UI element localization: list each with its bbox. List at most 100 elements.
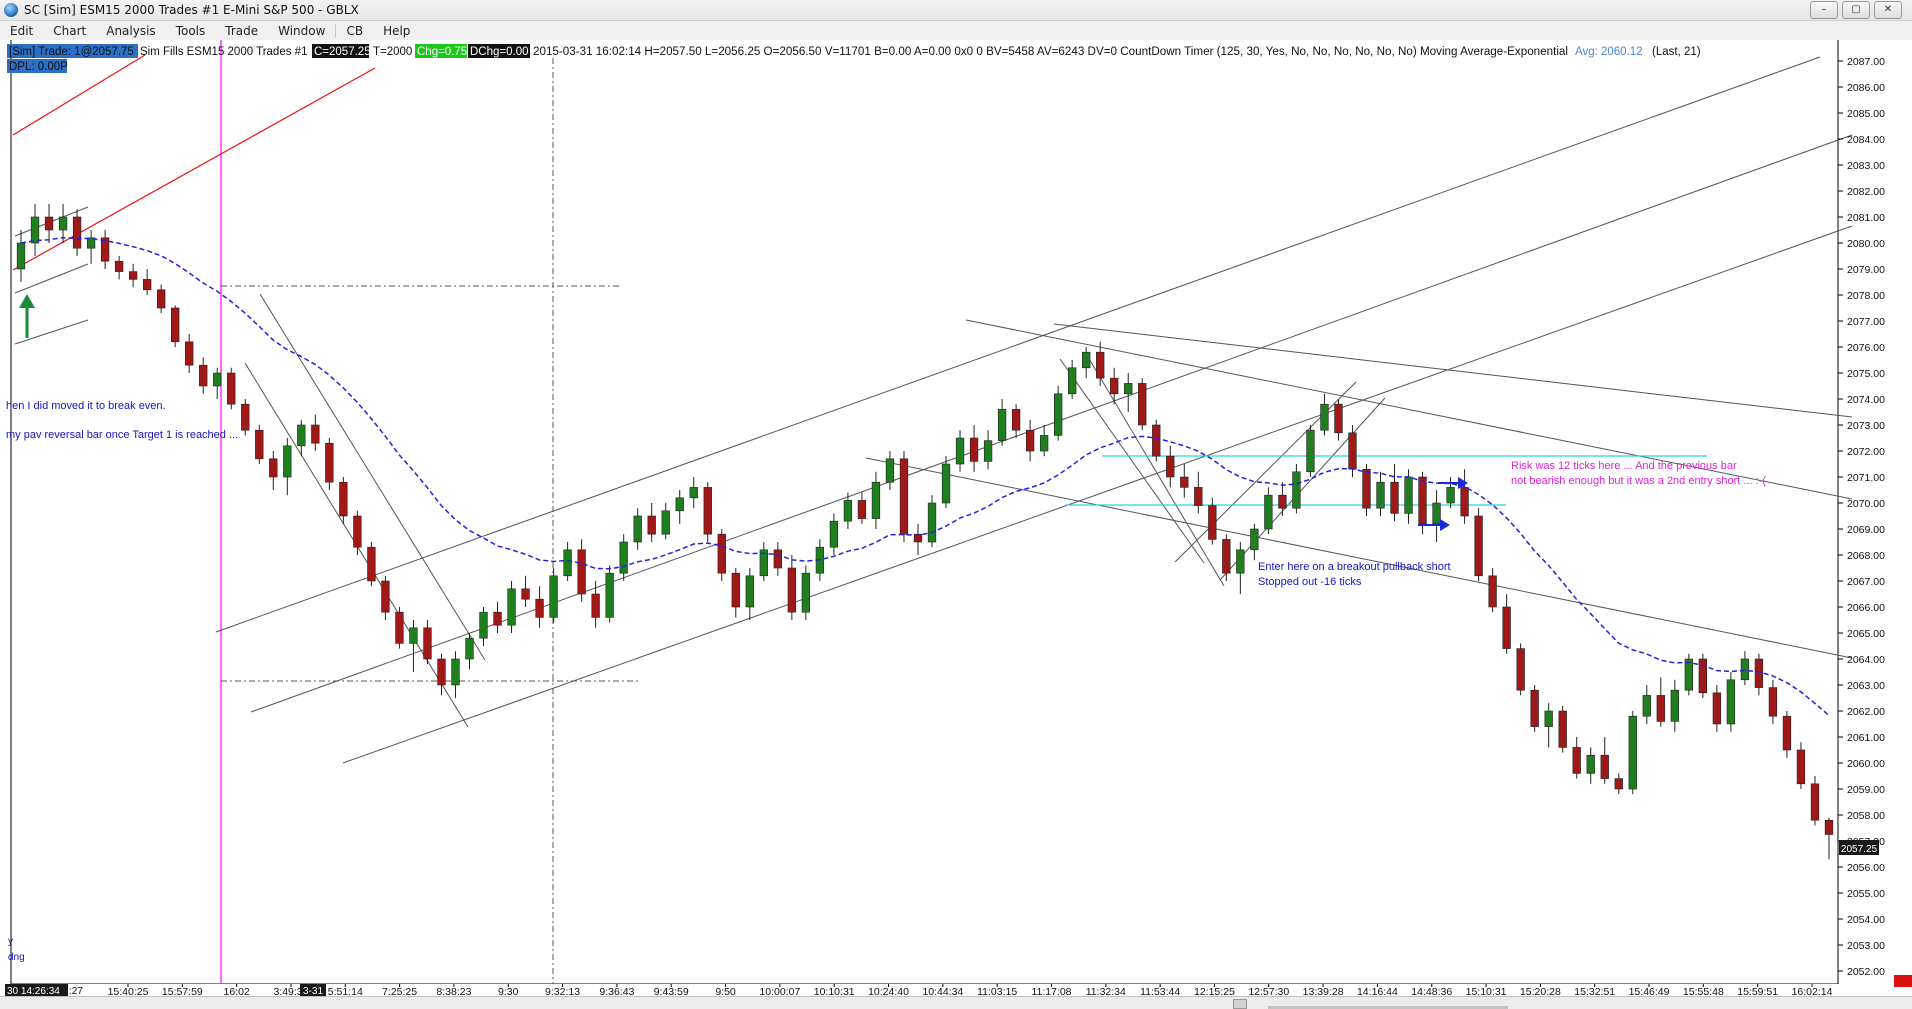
candle-body: [1544, 710, 1553, 727]
candle-body: [1011, 409, 1021, 431]
menu-cb[interactable]: CB: [336, 24, 373, 38]
time-tick-label: 15:32:51: [1574, 986, 1615, 996]
candle: [199, 357, 208, 394]
price-tick-label: 2063.00: [1847, 680, 1885, 692]
candle-body: [1110, 377, 1119, 395]
candle: [787, 555, 797, 620]
price-tick-label: 2054.00: [1847, 914, 1885, 926]
price-tick-label: 2074.00: [1847, 394, 1885, 406]
candle-body: [829, 520, 839, 548]
candle: [72, 209, 82, 256]
menu-help[interactable]: Help: [373, 24, 420, 38]
close-button[interactable]: ✕: [1874, 1, 1902, 19]
price-chart[interactable]: 2087.00 2086.00 2085.00 2084.00 2083.00 2082.…: [0, 40, 1912, 996]
candle-body: [689, 487, 698, 499]
candle-body: [633, 515, 642, 543]
candle: [619, 534, 628, 581]
price-tick-label: 2062.00: [1847, 706, 1885, 718]
chart-area[interactable]: 2087.00 2086.00 2085.00 2084.00 2083.00 2082.…: [0, 40, 1912, 996]
candle: [1516, 643, 1525, 696]
candle-body: [745, 575, 754, 608]
candle: [171, 305, 180, 347]
candle: [1796, 742, 1806, 789]
red-price-marker: [1894, 975, 1912, 987]
channel-line: [865, 457, 1853, 659]
candle-body: [507, 588, 516, 626]
candle: [1011, 404, 1021, 438]
price-tick-label: 2061.00: [1847, 732, 1885, 744]
candle: [157, 284, 166, 314]
candle-body: [1250, 528, 1259, 551]
candle: [1166, 445, 1175, 488]
candle: [941, 456, 951, 509]
menu-edit[interactable]: Edit: [0, 24, 43, 38]
candle: [1614, 773, 1623, 795]
candle-body: [1236, 549, 1245, 574]
candle: [1460, 469, 1469, 524]
window-controls: – ▢ ✕: [1810, 1, 1902, 19]
candle-body: [30, 216, 40, 244]
menu-chart[interactable]: Chart: [43, 24, 96, 38]
candle-body: [325, 442, 334, 483]
chg-label: Chg=0.75: [417, 46, 467, 58]
candle: [1572, 737, 1581, 779]
candle-body: [1348, 432, 1357, 470]
candle-body: [885, 458, 895, 483]
candle-body: [1306, 429, 1315, 473]
candle-body: [1334, 403, 1343, 434]
candle: [1194, 471, 1203, 514]
price-tick-label: 2068.00: [1847, 550, 1885, 562]
candle-body: [1516, 648, 1525, 691]
candle-body: [1768, 687, 1778, 717]
candle: [1264, 487, 1273, 535]
candle-body: [1390, 481, 1399, 514]
candle: [1432, 490, 1441, 542]
horizontal-scrollbar[interactable]: [0, 996, 1912, 1009]
candle-body: [283, 445, 292, 478]
price-tick-label: 2053.00: [1847, 940, 1885, 952]
candle: [1292, 464, 1301, 514]
candle: [1110, 367, 1119, 405]
candle-body: [1726, 679, 1736, 725]
close-label: C=2057.25: [314, 46, 371, 58]
left-date-trail: :27: [69, 986, 83, 996]
candle-body: [1502, 606, 1511, 649]
note-entry-line1: Enter here on a breakout pullback short: [1258, 561, 1451, 573]
annotations: hen I did moved it to break even. my pav…: [6, 400, 1766, 963]
minimize-button[interactable]: –: [1810, 1, 1838, 19]
candle-body: [1698, 658, 1708, 694]
candle-body: [1138, 383, 1147, 426]
time-tick-label: 15:55:48: [1683, 986, 1724, 996]
candle-body: [1684, 658, 1693, 691]
menu-window[interactable]: Window: [268, 24, 335, 38]
candle: [423, 620, 432, 665]
time-tick-label: 9:32:13: [545, 986, 580, 996]
candle-body: [311, 424, 320, 444]
candle: [1782, 711, 1792, 758]
candle: [1053, 386, 1063, 441]
menu-tools[interactable]: Tools: [166, 24, 216, 38]
candle-body: [549, 575, 558, 618]
candle-body: [1418, 476, 1427, 525]
price-tick-label: 2087.00: [1847, 56, 1885, 68]
time-tick-label: 14:48:36: [1411, 986, 1452, 996]
maximize-button[interactable]: ▢: [1842, 1, 1870, 19]
candle: [717, 529, 726, 581]
price-tick-label: 2082.00: [1847, 186, 1885, 198]
price-tick-label: 2085.00: [1847, 108, 1885, 120]
channel-line: [250, 134, 1853, 713]
channel-line: [1087, 356, 1225, 587]
time-tick-label: 9:43:59: [654, 986, 689, 996]
candle: [1502, 594, 1511, 654]
menu-analysis[interactable]: Analysis: [96, 24, 165, 38]
note-break-even: hen I did moved it to break even.: [6, 400, 166, 412]
candle: [731, 568, 740, 618]
price-tick-label: 2065.00: [1847, 628, 1885, 640]
channel-line: [215, 56, 1821, 633]
candle-body: [16, 242, 26, 270]
menu-trade[interactable]: Trade: [215, 24, 268, 38]
candle-body: [1278, 494, 1287, 509]
note-left-small-1: y: [8, 936, 13, 947]
candle-body: [367, 546, 376, 582]
candle-body: [941, 463, 951, 504]
